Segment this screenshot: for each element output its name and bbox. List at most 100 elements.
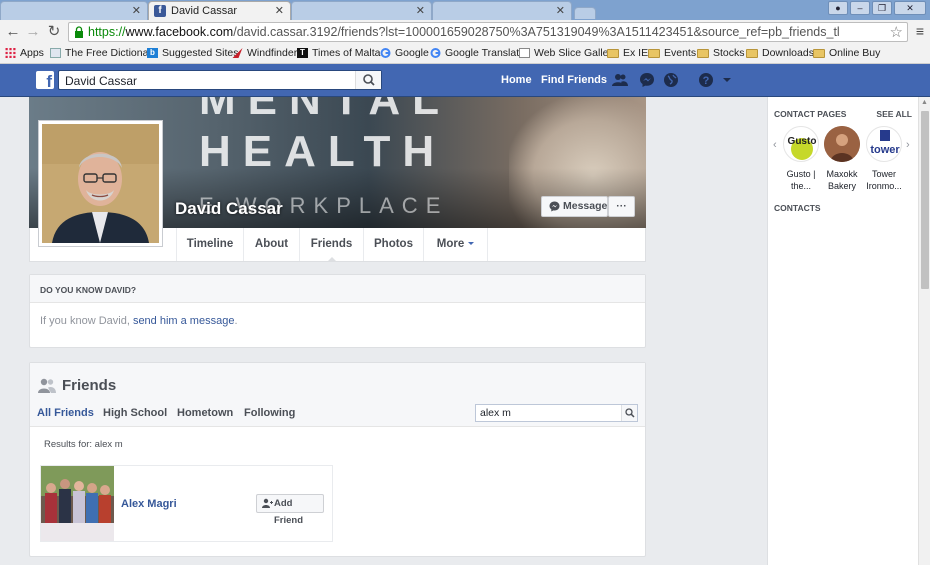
know-text-suffix: . <box>234 315 238 327</box>
bookmark-label: Web Slice Gallery <box>534 47 618 59</box>
chevron-right-icon[interactable]: › <box>906 139 910 151</box>
account-menu-caret-icon[interactable] <box>722 72 732 88</box>
browser-tab[interactable]: ✕ <box>291 1 432 20</box>
bookmark-folder-downloads[interactable]: Downloads <box>746 47 814 59</box>
browser-toolbar: ← → ↻ https://www.facebook.com/david.cas… <box>0 20 930 44</box>
forward-arrow-icon[interactable]: → <box>24 23 42 41</box>
close-tab-icon[interactable]: ✕ <box>275 4 284 17</box>
page-name-line2: Ironmo... <box>866 181 902 191</box>
bookmark-folder-online-buy[interactable]: Online Buy <box>813 47 880 59</box>
right-sidebar: CONTACT PAGES SEE ALL ‹ Gusto Gusto | th… <box>767 97 918 565</box>
bookmark-suggested-sites[interactable]: b Suggested Sites <box>147 47 238 59</box>
tab-more[interactable]: More <box>424 228 488 261</box>
facebook-search-input[interactable]: David Cassar <box>58 70 382 90</box>
page-scrollbar[interactable]: ▲ <box>918 97 930 565</box>
friends-search-input[interactable]: alex m <box>475 404 638 422</box>
contact-page-maxokk[interactable]: Maxokk Bakery <box>821 126 863 192</box>
new-tab-button[interactable] <box>574 7 596 19</box>
close-tab-icon[interactable]: ✕ <box>416 4 425 17</box>
friends-tab-high-school[interactable]: High School <box>103 407 167 419</box>
browser-menu-icon[interactable]: ≡ <box>916 23 924 39</box>
contact-page-gusto[interactable]: Gusto Gusto | the... <box>780 126 822 192</box>
messenger-icon <box>549 201 560 212</box>
user-icon[interactable]: ● <box>828 1 848 15</box>
close-tab-icon[interactable]: ✕ <box>132 4 141 17</box>
friend-requests-icon[interactable] <box>612 72 628 88</box>
bookmark-star-icon[interactable]: ☆ <box>890 23 903 41</box>
minimize-icon[interactable]: – <box>850 1 870 15</box>
bookmark-times-of-malta[interactable]: T Times of Malta <box>297 47 380 59</box>
close-window-icon[interactable]: ✕ <box>894 1 926 15</box>
search-button[interactable] <box>355 71 381 89</box>
windfinder-icon <box>232 48 243 58</box>
chevron-left-icon[interactable]: ‹ <box>773 139 777 151</box>
bookmark-google-translate[interactable]: Google Translate <box>430 47 525 59</box>
tab-photos[interactable]: Photos <box>364 228 424 261</box>
bookmark-google[interactable]: Google <box>380 47 429 59</box>
friend-name-link[interactable]: Alex Magri <box>121 498 177 510</box>
friends-card: Friends All Friends High School Hometown… <box>29 362 646 557</box>
tab-title: David Cassar <box>171 5 238 17</box>
bookmark-folder-events[interactable]: Events <box>648 47 696 59</box>
facebook-logo-icon[interactable]: f <box>36 71 54 89</box>
close-tab-icon[interactable]: ✕ <box>556 4 565 17</box>
bookmark-label: Suggested Sites <box>162 47 239 59</box>
bookmark-free-dictionary[interactable]: The Free Dictionary <box>50 47 157 59</box>
see-all-link[interactable]: SEE ALL <box>876 109 912 119</box>
results-label: Results for: alex m <box>44 439 123 450</box>
tab-timeline[interactable]: Timeline <box>176 228 244 261</box>
friends-title: Friends <box>62 377 117 394</box>
folder-icon <box>607 48 619 58</box>
profile-photo <box>42 124 159 243</box>
bookmark-folder-ex-ie[interactable]: Ex IE <box>607 47 648 59</box>
send-message-link[interactable]: send him a message <box>133 315 235 327</box>
bookmark-label: Stocks <box>713 47 745 59</box>
maxokk-logo <box>824 126 860 162</box>
friends-search-button[interactable] <box>621 405 637 421</box>
bookmark-label: Google <box>395 47 429 59</box>
cover-photo-text: MENTAL <box>199 97 452 124</box>
browser-tab[interactable]: ✕ <box>432 1 572 20</box>
do-you-know-heading: DO YOU KNOW DAVID? <box>30 275 645 303</box>
do-you-know-text: If you know David, send him a message. <box>30 303 645 327</box>
browser-tab-strip: ✕ f David Cassar ✕ ✕ ✕ ● – ❐ ✕ <box>0 0 930 20</box>
messenger-icon[interactable] <box>639 72 655 88</box>
search-icon <box>625 408 635 418</box>
friends-tab-hometown[interactable]: Hometown <box>177 407 233 419</box>
friend-photo[interactable] <box>41 466 114 541</box>
scroll-up-arrow-icon[interactable]: ▲ <box>921 99 928 106</box>
browser-tab-active[interactable]: f David Cassar ✕ <box>148 1 291 20</box>
find-friends-link[interactable]: Find Friends <box>541 74 607 86</box>
tab-about[interactable]: About <box>244 228 300 261</box>
contact-page-tower[interactable]: tower Tower Ironmo... <box>863 126 905 192</box>
home-link[interactable]: Home <box>501 74 532 86</box>
gusto-logo: Gusto <box>783 126 819 162</box>
more-options-button[interactable]: ··· <box>608 196 635 217</box>
reload-icon[interactable]: ↻ <box>45 23 63 41</box>
bookmark-apps[interactable]: Apps <box>5 47 44 59</box>
friends-tab-all[interactable]: All Friends <box>37 407 94 419</box>
browser-tab[interactable]: ✕ <box>0 1 148 20</box>
help-question-icon[interactable]: ? <box>698 72 714 88</box>
restore-icon[interactable]: ❐ <box>872 1 892 15</box>
tab-friends[interactable]: Friends <box>300 228 364 262</box>
profile-picture[interactable] <box>38 120 163 247</box>
back-arrow-icon[interactable]: ← <box>4 23 22 41</box>
facebook-header: f David Cassar Home Find Friends ? <box>0 64 930 97</box>
friend-group-photo <box>41 466 114 541</box>
bookmark-windfinder[interactable]: Windfinder <box>232 47 297 59</box>
scrollbar-thumb[interactable] <box>921 111 929 289</box>
friends-tab-following[interactable]: Following <box>244 407 295 419</box>
profile-name[interactable]: David Cassar <box>175 199 283 219</box>
add-friend-button[interactable]: Add Friend <box>256 494 324 526</box>
page-name-line1: Tower <box>871 169 896 179</box>
bookmark-folder-stocks[interactable]: Stocks <box>697 47 745 59</box>
bookmarks-bar: Apps The Free Dictionary b Suggested Sit… <box>0 44 930 64</box>
url-protocol: https:// <box>88 25 126 39</box>
svg-text:?: ? <box>703 75 710 87</box>
bookmark-label: Events <box>664 47 697 59</box>
bookmark-web-slice-gallery[interactable]: Web Slice Gallery <box>519 47 617 59</box>
globe-notifications-icon[interactable] <box>663 72 679 88</box>
address-bar[interactable]: https://www.facebook.com/david.cassar.31… <box>68 22 908 42</box>
message-button[interactable]: Message <box>541 196 608 217</box>
